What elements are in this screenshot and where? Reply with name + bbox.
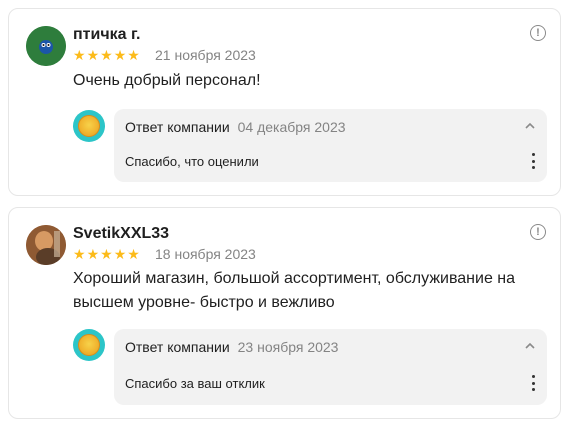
star-icon: ★ [113,246,127,262]
review-text: Очень добрый персонал! [73,72,261,89]
review-card: птичка г. ★ ★ ★ ★ ★ 21 ноября 2023 ! Очень д… [8,8,561,196]
vertical-dots-icon[interactable] [531,153,535,169]
company-logo [73,329,105,361]
review-date: 18 ноября 2023 [155,246,256,262]
review-card: SvetikXXL33 ★ ★ ★ ★ ★ 18 ноября 2023 ! Хорош… [8,207,561,419]
reply-date: 23 ноября 2023 [237,339,339,355]
avatar[interactable] [26,225,66,265]
star-icon: ★ [73,246,86,262]
avatar[interactable] [26,26,66,66]
company-reply: Ответ компании 04 декабря 2023 Спасибо, … [114,109,547,182]
star-icon: ★ [86,246,100,262]
star-icon: ★ [127,246,140,262]
company-reply: Ответ компании 23 ноября 2023 Спасибо за… [114,329,547,405]
star-icon: ★ [100,246,113,262]
reply-text: Спасибо, что оценили [125,154,259,169]
chevron-up-icon[interactable] [525,121,535,131]
reply-label: Ответ компании [125,339,230,355]
reply-header[interactable]: Ответ компании 04 декабря 2023 [125,119,346,135]
author-name[interactable]: птичка г. [73,26,140,44]
star-rating: ★ ★ ★ ★ ★ [73,247,140,261]
info-circle-icon[interactable]: ! [530,25,546,41]
reply-text: Спасибо за ваш отклик [125,376,265,391]
review-text: Хороший магазин, большой ассортимент, об… [73,270,516,311]
star-rating: ★ ★ ★ ★ ★ [73,48,140,62]
star-icon: ★ [127,47,140,63]
review-date: 21 ноября 2023 [155,47,256,63]
star-icon: ★ [113,47,127,63]
star-icon: ★ [73,47,86,63]
company-logo [73,110,105,142]
star-icon: ★ [86,47,100,63]
star-icon: ★ [100,47,113,63]
author-name[interactable]: SvetikXXL33 [73,225,169,243]
reply-label: Ответ компании [125,119,230,135]
reply-header[interactable]: Ответ компании 23 ноября 2023 [125,339,338,355]
info-circle-icon[interactable]: ! [530,224,546,240]
chevron-up-icon[interactable] [525,341,535,351]
vertical-dots-icon[interactable] [531,375,535,391]
reply-date: 04 декабря 2023 [237,119,346,135]
